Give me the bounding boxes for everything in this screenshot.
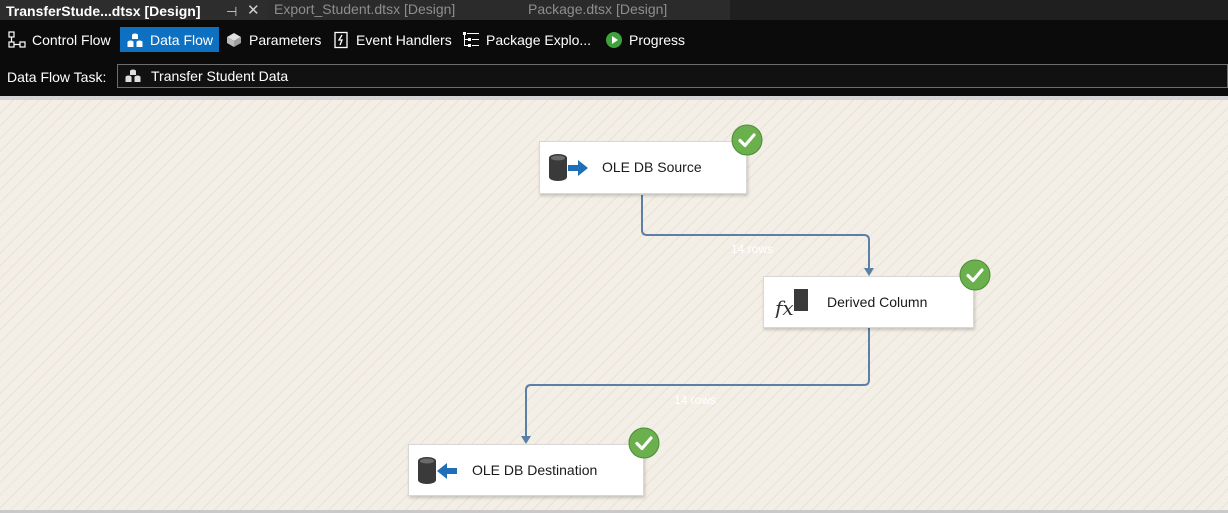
tab-transfer-student[interactable]: TransferStude...dtsx [Design] ⊣ ✕ bbox=[0, 0, 268, 20]
toolbar-label: Parameters bbox=[249, 31, 322, 48]
data-flow-icon bbox=[126, 31, 144, 49]
task-selector-row: Data Flow Task: Transfer Student Data bbox=[0, 60, 1228, 96]
node-label: OLE DB Destination bbox=[472, 462, 598, 478]
row-count-label: 14 rows bbox=[731, 242, 774, 256]
ole-db-destination-node[interactable]: OLE DB Destination bbox=[408, 444, 644, 496]
success-check-icon bbox=[731, 124, 763, 156]
designer-toolbar: Control Flow Data Flow Parameters Event … bbox=[0, 20, 1228, 60]
tab-label: TransferStude...dtsx [Design] bbox=[6, 3, 201, 19]
arrow-head bbox=[864, 268, 874, 276]
parameters-icon bbox=[225, 31, 243, 49]
data-flow-task-icon bbox=[124, 68, 142, 90]
progress-play-icon bbox=[605, 31, 623, 49]
event-handlers-icon bbox=[332, 31, 350, 49]
package-explorer-icon bbox=[462, 31, 480, 49]
tab-progress[interactable]: Progress bbox=[599, 27, 691, 52]
toolbar-label: Progress bbox=[629, 31, 686, 48]
data-flow-canvas[interactable]: 14 rows 14 rows OLE DB Source fx Derived… bbox=[0, 100, 1228, 510]
success-check-icon bbox=[959, 259, 991, 291]
flow-path-source-to-derived[interactable] bbox=[641, 195, 870, 270]
tab-label: Export_Student.dtsx [Design] bbox=[274, 1, 456, 17]
success-check-icon bbox=[628, 427, 660, 459]
tab-package-explorer[interactable]: Package Explo... bbox=[456, 27, 597, 52]
document-tab-strip: TransferStude...dtsx [Design] ⊣ ✕ Export… bbox=[0, 0, 1228, 20]
toolbar-label: Data Flow bbox=[150, 31, 214, 48]
arrow-head bbox=[521, 436, 531, 444]
tab-parameters[interactable]: Parameters bbox=[219, 27, 327, 52]
ole-db-destination-icon bbox=[417, 456, 459, 489]
node-label: OLE DB Source bbox=[602, 159, 702, 175]
task-selector-value: Transfer Student Data bbox=[151, 68, 289, 84]
ole-db-source-icon bbox=[548, 153, 590, 186]
toolbar-label: Control Flow bbox=[32, 31, 111, 48]
tab-export-student[interactable]: Export_Student.dtsx [Design] bbox=[268, 0, 518, 20]
toolbar-label: Package Explo... bbox=[486, 31, 592, 48]
flow-path-derived-to-destination[interactable] bbox=[525, 328, 870, 438]
svg-text:fx: fx bbox=[773, 296, 794, 318]
tab-data-flow[interactable]: Data Flow bbox=[120, 27, 219, 52]
pin-icon[interactable]: ⊣ bbox=[226, 3, 237, 21]
tab-label: Package.dtsx [Design] bbox=[528, 1, 668, 17]
derived-column-icon: fx bbox=[772, 288, 812, 321]
row-count-label: 14 rows bbox=[674, 393, 717, 407]
task-selector-label: Data Flow Task: bbox=[7, 69, 107, 85]
node-label: Derived Column bbox=[827, 294, 928, 310]
close-icon[interactable]: ✕ bbox=[247, 2, 260, 20]
toolbar-label: Event Handlers bbox=[356, 31, 452, 48]
tab-event-handlers[interactable]: Event Handlers bbox=[326, 27, 458, 52]
derived-column-node[interactable]: fx Derived Column bbox=[763, 276, 974, 328]
tab-control-flow[interactable]: Control Flow bbox=[2, 27, 117, 52]
data-flow-task-dropdown[interactable]: Transfer Student Data bbox=[117, 64, 1228, 88]
tab-package[interactable]: Package.dtsx [Design] bbox=[518, 0, 730, 20]
ole-db-source-node[interactable]: OLE DB Source bbox=[539, 141, 747, 194]
control-flow-icon bbox=[8, 30, 26, 49]
